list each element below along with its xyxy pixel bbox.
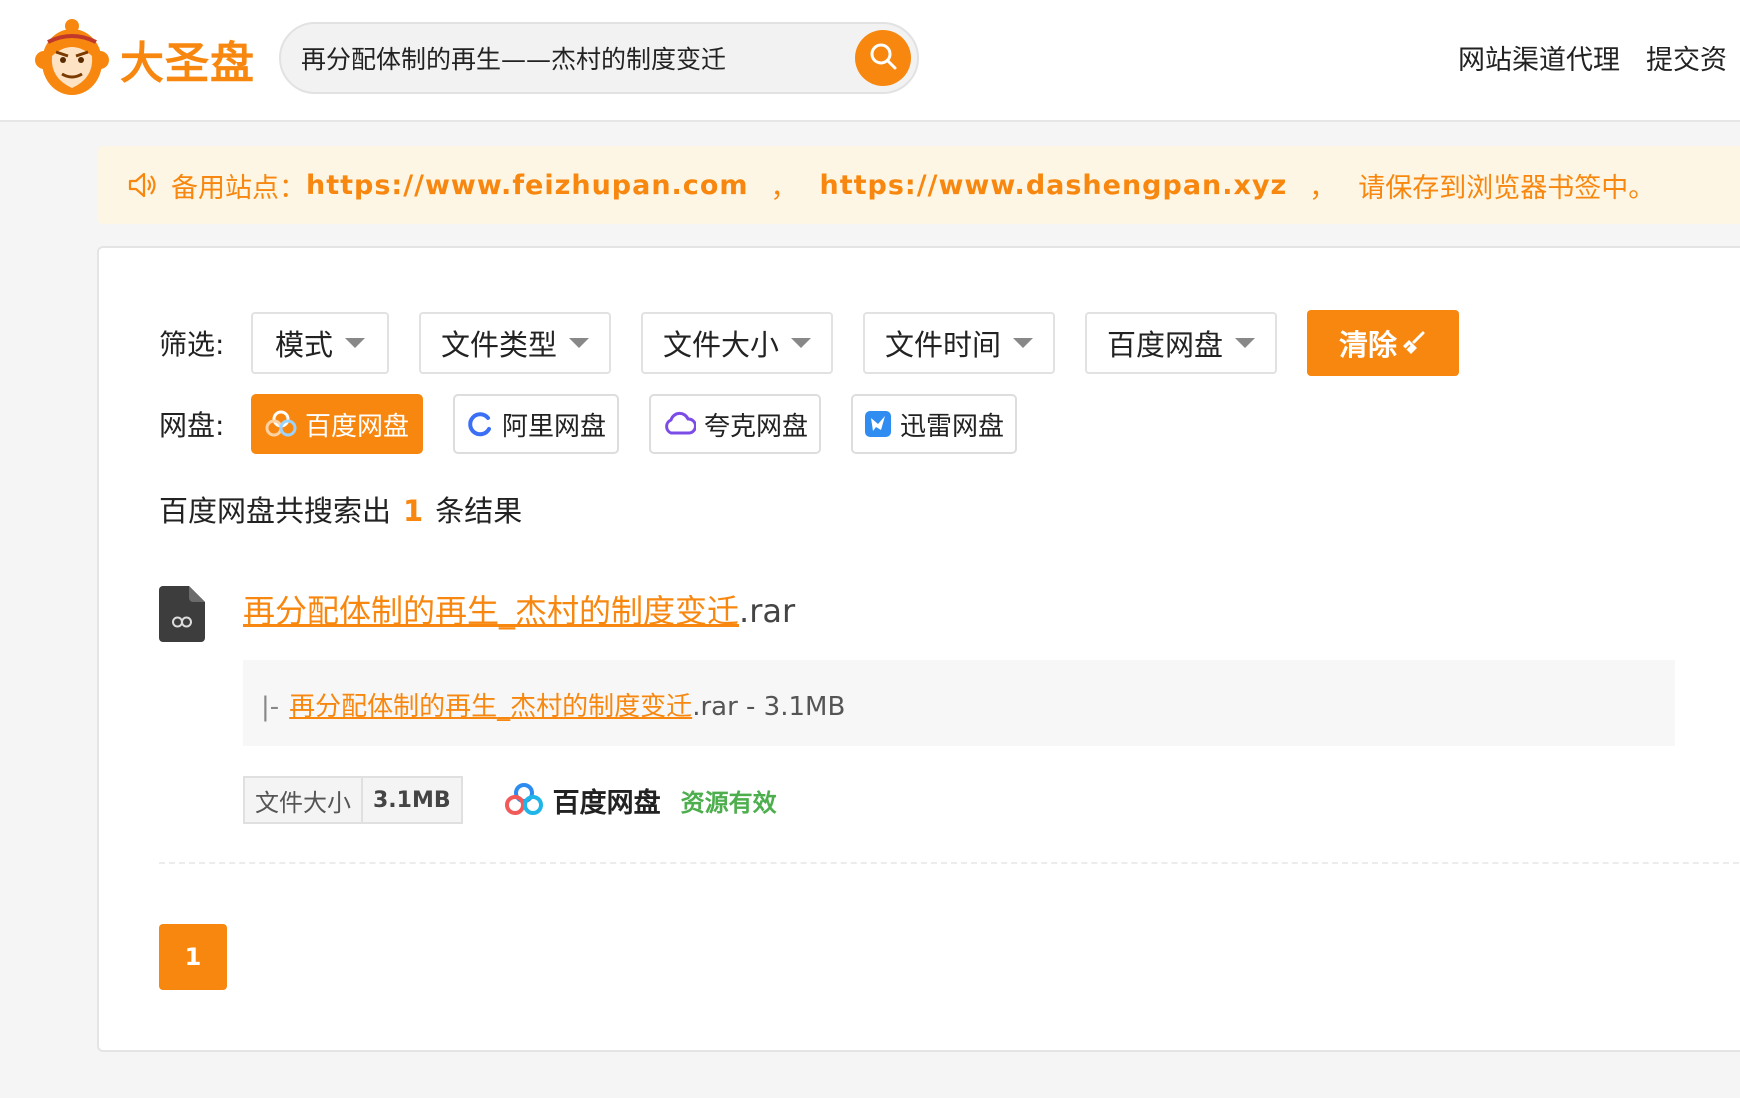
drive-baidu-button[interactable]: 百度网盘 bbox=[251, 394, 423, 454]
aliyun-drive-icon bbox=[466, 410, 494, 438]
result-title-link[interactable]: 再分配体制的再生_杰村的制度变迁.rar bbox=[243, 586, 795, 632]
filter-drive-label: 百度网盘 bbox=[1106, 328, 1223, 362]
speaker-icon bbox=[127, 171, 157, 199]
file-extension: .rar bbox=[692, 692, 738, 722]
divider bbox=[159, 862, 1740, 864]
monkey-logo-icon bbox=[34, 16, 110, 102]
caret-down-icon bbox=[569, 338, 589, 348]
notice-separator: ， bbox=[770, 172, 798, 204]
logo-text: 大圣盘 bbox=[120, 38, 255, 89]
filter-mode-label: 模式 bbox=[274, 328, 333, 362]
drive-aliyun-button[interactable]: 阿里网盘 bbox=[453, 394, 619, 454]
xunlei-bird-icon bbox=[864, 410, 892, 438]
clear-filters-button[interactable]: 清除 bbox=[1307, 310, 1459, 376]
notice-prefix: 备用站点： bbox=[171, 172, 306, 204]
logo[interactable]: 大圣盘 bbox=[34, 16, 255, 102]
result-count-suffix: 条结果 bbox=[435, 494, 523, 528]
clear-label: 清除 bbox=[1338, 328, 1397, 362]
caret-down-icon bbox=[1235, 338, 1255, 348]
filter-drive-dropdown[interactable]: 百度网盘 bbox=[1085, 312, 1277, 374]
result-count-prefix: 百度网盘共搜索出 bbox=[159, 494, 392, 528]
file-name-highlight[interactable]: 杰村的制度变迁 bbox=[510, 692, 692, 722]
result-meta: 文件大小 3.1MB 百度网盘 资源有效 bbox=[243, 776, 777, 824]
nav-link-submit[interactable]: 提交资 bbox=[1646, 38, 1727, 77]
archive-file-icon bbox=[159, 586, 205, 646]
disk-source-label: 百度网盘 bbox=[552, 787, 661, 819]
drive-aliyun-label: 阿里网盘 bbox=[501, 411, 606, 442]
result-count-number: 1 bbox=[403, 494, 424, 528]
nav-link-channel-agent[interactable]: 网站渠道代理 bbox=[1458, 38, 1620, 77]
notice-bar: 备用站点： https://www.feizhupan.com ， https:… bbox=[97, 146, 1740, 224]
page: 大圣盘 网站渠道代理 提交资 bbox=[0, 0, 1740, 1098]
filter-size-dropdown[interactable]: 文件大小 bbox=[641, 312, 833, 374]
drive-row: 网盘: 百度网盘 阿里网盘 夸克网盘 迅雷网盘 bbox=[159, 394, 1047, 454]
result-title-extension: .rar bbox=[739, 592, 796, 630]
disk-source: 百度网盘 bbox=[503, 781, 661, 820]
search-button[interactable] bbox=[855, 30, 911, 86]
drive-xunlei-label: 迅雷网盘 bbox=[899, 411, 1004, 442]
drive-xunlei-button[interactable]: 迅雷网盘 bbox=[851, 394, 1017, 454]
status-badge: 资源有效 bbox=[680, 788, 777, 817]
filter-time-dropdown[interactable]: 文件时间 bbox=[863, 312, 1055, 374]
quark-cloud-icon bbox=[662, 411, 696, 437]
file-size: - 3.1MB bbox=[737, 692, 846, 722]
search-icon bbox=[868, 41, 898, 75]
notice-separator: ， bbox=[1309, 172, 1337, 204]
tree-prefix: |- bbox=[261, 692, 280, 722]
baidu-pan-icon bbox=[265, 410, 297, 438]
file-name-highlight[interactable]: 再分配体制的再生 bbox=[289, 692, 497, 722]
caret-down-icon bbox=[1013, 338, 1033, 348]
drive-label: 网盘: bbox=[159, 409, 225, 442]
size-tag: 文件大小 3.1MB bbox=[243, 776, 463, 824]
drive-quark-button[interactable]: 夸克网盘 bbox=[649, 394, 821, 454]
filter-mode-dropdown[interactable]: 模式 bbox=[251, 312, 389, 374]
results-card: 筛选: 模式 文件类型 文件大小 文件时间 百度网盘 清除 网盘: 百度网盘 阿… bbox=[97, 246, 1740, 1052]
notice-suffix: 请保存到浏览器书签中。 bbox=[1358, 172, 1656, 204]
notice-url-1[interactable]: https://www.feizhupan.com bbox=[306, 170, 749, 201]
drive-baidu-label: 百度网盘 bbox=[304, 411, 409, 442]
file-list-item: |- 再分配体制的再生_杰村的制度变迁.rar - 3.1MB bbox=[261, 686, 845, 723]
filter-label: 筛选: bbox=[159, 328, 225, 361]
search-box bbox=[279, 22, 919, 94]
filter-type-label: 文件类型 bbox=[440, 328, 557, 362]
result-count: 百度网盘共搜索出 1 条结果 bbox=[159, 488, 522, 530]
filter-size-label: 文件大小 bbox=[662, 328, 779, 362]
header: 大圣盘 网站渠道代理 提交资 bbox=[0, 0, 1740, 122]
pagination-page-1[interactable]: 1 bbox=[159, 924, 227, 990]
result-title-highlight: 再分配体制的再生 bbox=[243, 592, 500, 630]
filter-row: 筛选: 模式 文件类型 文件大小 文件时间 百度网盘 清除 bbox=[159, 310, 1459, 376]
filter-type-dropdown[interactable]: 文件类型 bbox=[419, 312, 611, 374]
size-tag-value: 3.1MB bbox=[363, 778, 461, 822]
notice-url-2[interactable]: https://www.dashengpan.xyz bbox=[820, 170, 1288, 201]
search-input[interactable] bbox=[301, 38, 841, 78]
caret-down-icon bbox=[791, 338, 811, 348]
drive-quark-label: 夸克网盘 bbox=[703, 411, 808, 442]
result-title-highlight: 杰村的制度变迁 bbox=[515, 592, 740, 630]
baidu-pan-icon bbox=[503, 782, 545, 818]
file-list-box: |- 再分配体制的再生_杰村的制度变迁.rar - 3.1MB bbox=[243, 660, 1675, 746]
top-nav: 网站渠道代理 提交资 bbox=[1458, 38, 1740, 77]
file-name-separator: _ bbox=[497, 692, 511, 722]
broom-icon bbox=[1401, 330, 1427, 356]
filter-time-label: 文件时间 bbox=[884, 328, 1001, 362]
caret-down-icon bbox=[345, 338, 365, 348]
result-title-separator: _ bbox=[499, 592, 516, 630]
size-tag-label: 文件大小 bbox=[245, 778, 363, 822]
